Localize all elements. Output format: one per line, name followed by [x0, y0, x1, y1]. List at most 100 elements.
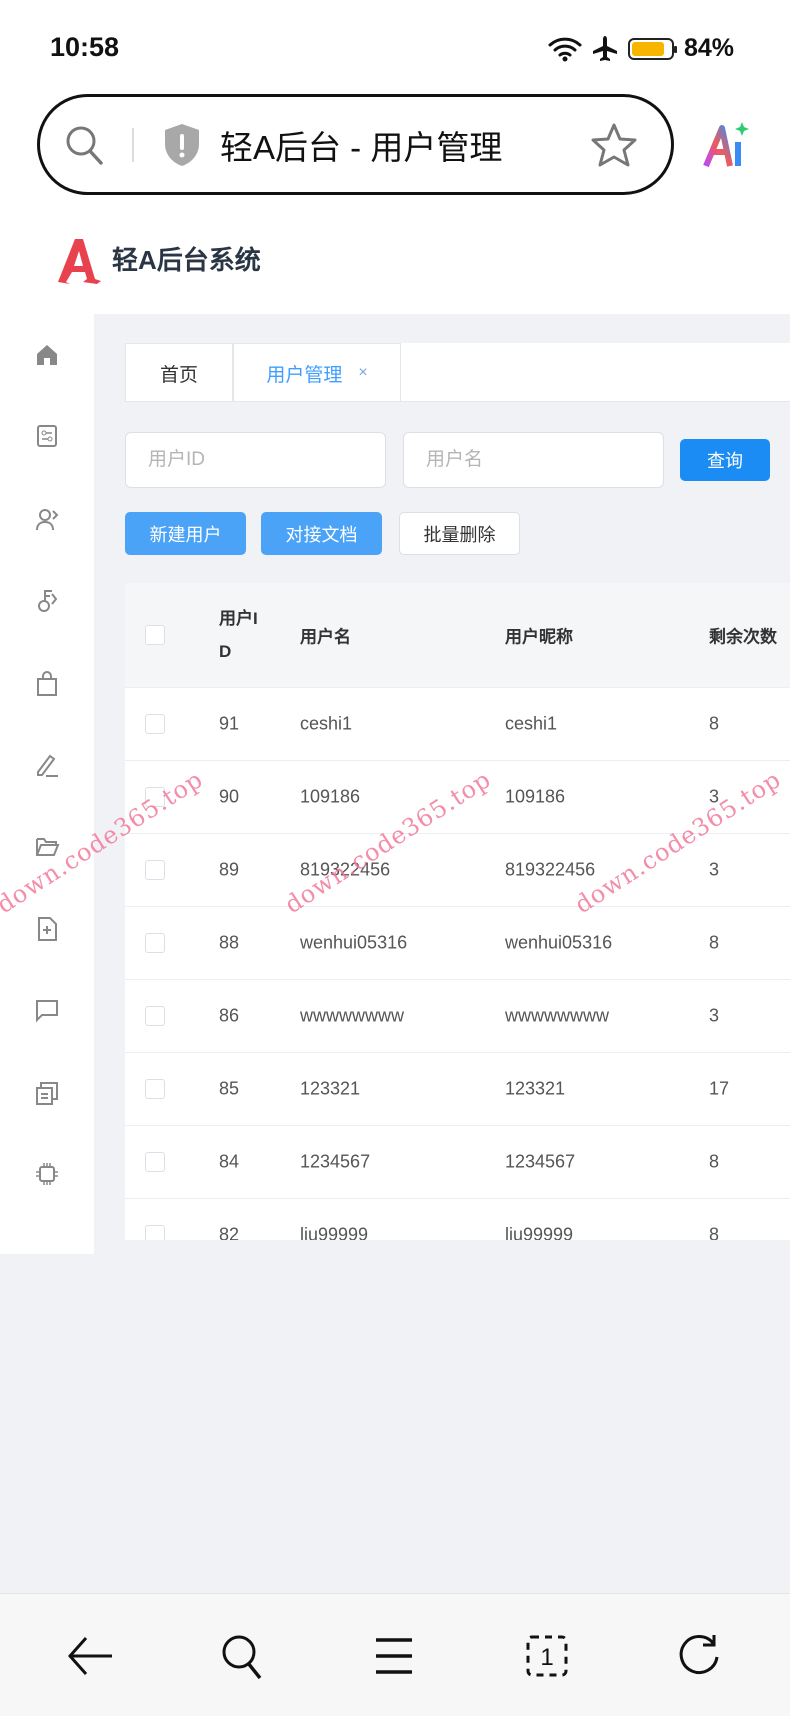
browser-bottom-nav: 1: [0, 1593, 790, 1716]
column-remaining[interactable]: 剩余次数: [709, 623, 777, 648]
shield-warning-icon[interactable]: [162, 122, 202, 168]
row-checkbox[interactable]: [145, 1079, 165, 1099]
cell-user-id: 84: [219, 1151, 240, 1172]
table-row[interactable]: 89 819322456 819322456 3: [125, 833, 790, 906]
cell-nickname: 1234567: [505, 1151, 576, 1172]
table-row[interactable]: 91 ceshi1 ceshi1 8: [125, 687, 790, 760]
cell-user-id: 85: [219, 1078, 240, 1099]
user-icon[interactable]: [34, 506, 60, 532]
cell-username: 1234567: [300, 1151, 371, 1172]
airplane-icon: [592, 35, 617, 61]
cell-username: ceshi1: [300, 713, 353, 734]
edit-icon[interactable]: [34, 752, 60, 778]
cell-remaining: 8: [709, 713, 720, 734]
tab-label: 首页: [159, 364, 198, 386]
ai-assistant-icon[interactable]: [702, 120, 750, 170]
sidebar: [0, 314, 94, 1254]
search-icon[interactable]: [64, 124, 106, 166]
menu-icon: [376, 1638, 412, 1674]
cell-nickname: wenhui05316: [505, 932, 613, 953]
documents-icon[interactable]: [34, 1080, 60, 1106]
cell-remaining: 3: [709, 786, 720, 807]
row-checkbox[interactable]: [145, 787, 165, 807]
tabs-button[interactable]: 1: [523, 1632, 571, 1680]
row-checkbox[interactable]: [145, 1006, 165, 1026]
status-icons: 84%: [548, 34, 734, 63]
table-header: 用户ID 用户名 用户昵称 剩余次数: [125, 583, 790, 687]
menu-button[interactable]: [370, 1632, 418, 1680]
chip-icon[interactable]: [34, 1161, 60, 1187]
table-row[interactable]: 85 123321 123321 17: [125, 1052, 790, 1125]
star-icon[interactable]: [591, 122, 637, 168]
table-row[interactable]: 88 wenhui05316 wenhui05316 8: [125, 906, 790, 979]
search-icon: [222, 1635, 262, 1680]
wifi-icon: [548, 37, 582, 61]
user-id-input[interactable]: [125, 432, 386, 488]
api-docs-button[interactable]: 对接文档: [261, 512, 382, 555]
table-row[interactable]: 86 wwwwwwww wwwwwwww 3: [125, 979, 790, 1052]
search-button[interactable]: [219, 1632, 267, 1680]
back-icon: [67, 1637, 112, 1675]
file-add-icon[interactable]: [34, 916, 60, 942]
battery-percent: 84%: [683, 34, 734, 62]
row-checkbox[interactable]: [145, 860, 165, 880]
back-button[interactable]: [66, 1632, 114, 1680]
select-all-checkbox[interactable]: [145, 625, 165, 645]
cell-user-id: 82: [219, 1224, 240, 1241]
cell-username: wwwwwwww: [300, 1005, 404, 1026]
cell-nickname: ceshi1: [505, 713, 558, 734]
refresh-icon: [679, 1635, 719, 1674]
users-table: 用户ID 用户名 用户昵称 剩余次数 91 ceshi1 ceshi1 8 90 1091…: [125, 583, 790, 1240]
settings-panel-icon[interactable]: [34, 423, 60, 449]
cell-nickname: liu99999: [505, 1224, 574, 1241]
app-name: 轻A后台系统: [112, 245, 261, 275]
role-icon[interactable]: [34, 588, 60, 614]
table-body: 91 ceshi1 ceshi1 8 90 109186 109186 3 89 81932245…: [125, 687, 790, 1240]
cell-user-id: 91: [219, 713, 240, 734]
cell-username: wenhui05316: [300, 932, 408, 953]
table-row[interactable]: 82 liu99999 liu99999 8: [125, 1198, 790, 1240]
column-user-id[interactable]: 用户ID: [219, 602, 263, 668]
row-checkbox[interactable]: [145, 714, 165, 734]
query-button[interactable]: 查询: [680, 439, 770, 481]
address-bar[interactable]: 轻A后台 - 用户管理: [37, 94, 674, 195]
tab-count: 1: [540, 1644, 553, 1671]
cell-remaining: 3: [709, 1005, 720, 1026]
app-logo: [58, 239, 101, 284]
folder-icon[interactable]: [34, 833, 60, 859]
tab-home[interactable]: 首页: [125, 343, 233, 402]
row-checkbox[interactable]: [145, 1225, 165, 1240]
cell-remaining: 8: [709, 932, 720, 953]
tab-label: 用户管理: [266, 364, 343, 386]
cell-nickname: wwwwwwww: [505, 1005, 609, 1026]
page-title: 轻A后台 - 用户管理: [220, 128, 503, 166]
row-checkbox[interactable]: [145, 1152, 165, 1172]
table-row[interactable]: 90 109186 109186 3: [125, 760, 790, 833]
tabs-icon: 1: [526, 1635, 568, 1677]
cell-user-id: 90: [219, 786, 240, 807]
message-icon[interactable]: [34, 997, 60, 1023]
column-username[interactable]: 用户名: [300, 623, 351, 648]
cell-user-id: 86: [219, 1005, 240, 1026]
cell-nickname: 109186: [505, 786, 566, 807]
tab-user-management[interactable]: 用户管理 ×: [233, 343, 401, 402]
refresh-button[interactable]: [676, 1632, 724, 1680]
cell-username: liu99999: [300, 1224, 369, 1241]
row-checkbox[interactable]: [145, 933, 165, 953]
home-icon[interactable]: [34, 342, 60, 368]
cell-remaining: 8: [709, 1224, 720, 1241]
new-user-button[interactable]: 新建用户: [125, 512, 246, 555]
cell-user-id: 88: [219, 932, 240, 953]
close-icon[interactable]: ×: [358, 364, 367, 382]
cell-nickname: 819322456: [505, 859, 596, 880]
battery-icon: [627, 37, 677, 60]
column-nickname[interactable]: 用户昵称: [505, 623, 573, 648]
page-tabs: 首页 用户管理 ×: [125, 343, 790, 402]
bag-icon[interactable]: [34, 671, 60, 697]
username-input[interactable]: [403, 432, 664, 488]
batch-delete-button[interactable]: 批量删除: [399, 512, 520, 555]
table-row[interactable]: 84 1234567 1234567 8: [125, 1125, 790, 1198]
cell-remaining: 17: [709, 1078, 730, 1099]
cell-user-id: 89: [219, 859, 240, 880]
cell-username: 123321: [300, 1078, 361, 1099]
